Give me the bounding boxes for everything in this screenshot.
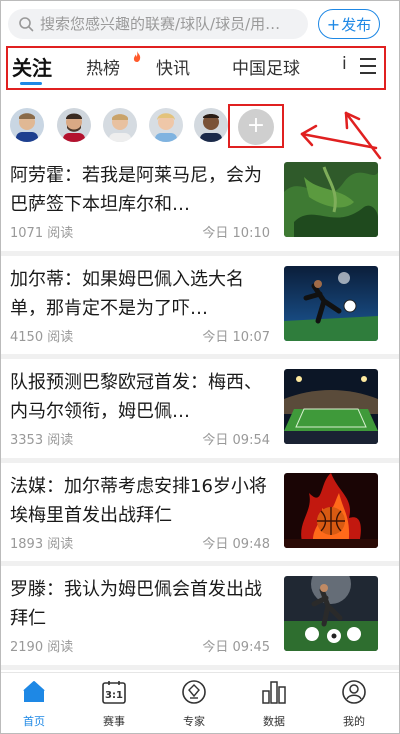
nav-data[interactable]: 数据	[244, 679, 304, 729]
read-count: 1071 阅读	[10, 226, 74, 241]
nav-home-label: 首页	[23, 715, 45, 728]
avatar[interactable]	[149, 108, 183, 142]
nav-profile[interactable]: 我的	[324, 679, 384, 729]
nav-data-label: 数据	[263, 715, 285, 728]
score-badge: 3:1	[105, 690, 123, 701]
avatar[interactable]	[57, 108, 91, 142]
publish-button[interactable]: + 发布	[318, 9, 380, 39]
tab-follow[interactable]: 关注	[12, 52, 52, 81]
news-feed: 阿劳霍：若我是阿莱马尼，会为巴萨签下本坦库尔和… 1071 阅读 今日 10:1…	[0, 152, 400, 670]
article-title[interactable]: 加尔蒂：如果姆巴佩入选大名单，那肯定不是为了吓…	[10, 265, 272, 323]
nav-matches-label: 赛事	[103, 715, 125, 728]
article-title[interactable]: 罗滕：我认为姆巴佩会首发出战拜仁	[10, 575, 272, 633]
list-item[interactable]: 法媒：加尔蒂考虑安排16岁小将埃梅里首发出战拜仁 1893 阅读 今日 09:4…	[0, 463, 400, 566]
tab-bar: 关注 热榜 快讯 中国足球 i	[6, 46, 386, 90]
publish-time: 今日 09:48	[202, 536, 270, 552]
tab-overflow[interactable]: i	[342, 54, 347, 74]
tab-active-indicator	[20, 82, 42, 85]
article-thumbnail[interactable]	[284, 162, 378, 237]
home-icon	[23, 681, 45, 702]
nav-profile-label: 我的	[343, 715, 365, 728]
list-item[interactable]: 罗滕：我认为姆巴佩会首发出战拜仁 2190 阅读 今日 09:45	[0, 566, 400, 670]
nav-experts[interactable]: 专家	[164, 679, 224, 729]
read-count: 2190 阅读	[10, 640, 74, 655]
data-icon	[262, 681, 286, 704]
list-item[interactable]: 队报预测巴黎欧冠首发：梅西、内马尔领衔，姆巴佩… 3353 阅读 今日 09:5…	[0, 359, 400, 463]
bottom-nav: 首页 3:1 赛事 专家 数据 我的	[0, 672, 400, 734]
avatar[interactable]	[194, 108, 228, 142]
plus-icon: +	[238, 109, 274, 145]
list-item[interactable]: 阿劳霍：若我是阿莱马尼，会为巴萨签下本坦库尔和… 1071 阅读 今日 10:1…	[0, 152, 400, 256]
read-count: 3353 阅读	[10, 433, 74, 448]
publish-time: 今日 10:07	[202, 329, 270, 345]
tab-china-football[interactable]: 中国足球	[232, 54, 300, 79]
article-title[interactable]: 队报预测巴黎欧冠首发：梅西、内马尔领衔，姆巴佩…	[10, 368, 272, 426]
article-title[interactable]: 阿劳霍：若我是阿莱马尼，会为巴萨签下本坦库尔和…	[10, 161, 272, 219]
menu-icon[interactable]	[360, 58, 376, 74]
read-count: 4150 阅读	[10, 329, 74, 345]
article-title[interactable]: 法媒：加尔蒂考虑安排16岁小将埃梅里首发出战拜仁	[10, 472, 272, 530]
article-thumbnail[interactable]	[284, 472, 378, 548]
fire-icon	[133, 51, 141, 62]
article-thumbnail[interactable]	[284, 369, 378, 444]
publish-time: 今日 09:54	[202, 433, 270, 448]
tab-flash-news[interactable]: 快讯	[156, 54, 190, 79]
list-item[interactable]: 加尔蒂：如果姆巴佩入选大名单，那肯定不是为了吓… 4150 阅读 今日 10:0…	[0, 256, 400, 359]
publish-label: 发布	[341, 15, 372, 34]
profile-icon	[342, 680, 366, 704]
avatar[interactable]	[10, 108, 44, 142]
search-bar: + 发布	[0, 0, 400, 44]
nav-matches[interactable]: 3:1 赛事	[84, 679, 144, 729]
publish-time: 今日 10:10	[202, 226, 270, 241]
nav-experts-label: 专家	[183, 715, 205, 728]
read-count: 1893 阅读	[10, 536, 74, 552]
publish-time: 今日 09:45	[202, 640, 270, 655]
tab-hot[interactable]: 热榜	[86, 54, 120, 79]
search-box[interactable]	[8, 9, 308, 39]
search-icon	[19, 17, 34, 32]
article-thumbnail[interactable]	[284, 265, 378, 341]
expert-icon	[182, 680, 206, 704]
article-thumbnail[interactable]	[284, 576, 378, 651]
followed-players-row	[0, 100, 400, 152]
plus-icon: +	[326, 14, 341, 34]
add-follow-button[interactable]: +	[228, 104, 284, 148]
search-input[interactable]	[40, 15, 308, 33]
nav-home[interactable]: 首页	[4, 679, 64, 729]
avatar[interactable]	[103, 108, 137, 142]
